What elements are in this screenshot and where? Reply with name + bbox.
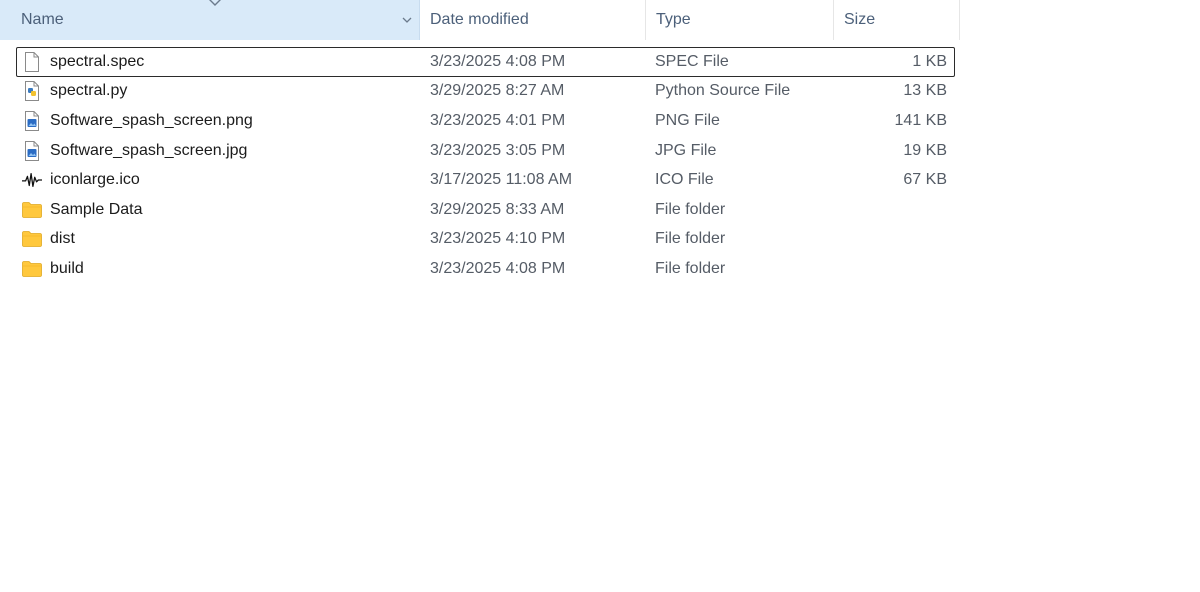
folder-name: build — [50, 259, 84, 277]
file-row[interactable]: spectral.spec 3/23/2025 4:08 PM SPEC Fil… — [16, 47, 955, 77]
file-size: 13 KB — [903, 82, 947, 100]
file-type: PNG File — [655, 111, 720, 129]
file-date: 3/17/2025 11:08 AM — [430, 171, 573, 189]
file-name: Software_spash_screen.png — [50, 111, 253, 129]
column-header-date-label: Date modified — [430, 11, 529, 28]
file-date: 3/23/2025 4:08 PM — [430, 52, 566, 70]
image-file-icon — [22, 110, 42, 131]
file-type: Python Source File — [655, 82, 791, 100]
folder-icon — [22, 259, 42, 279]
python-file-icon — [22, 81, 42, 102]
folder-name: dist — [50, 230, 75, 248]
folder-row[interactable]: build 3/23/2025 4:08 PM File folder — [16, 254, 955, 284]
file-list: spectral.spec 3/23/2025 4:08 PM SPEC Fil… — [16, 47, 955, 284]
file-name: spectral.spec — [50, 52, 145, 70]
file-size: 141 KB — [894, 111, 947, 129]
file-type: JPG File — [655, 141, 717, 159]
folder-icon — [22, 200, 42, 220]
column-header-bar: Name Date modified Type Size — [0, 0, 960, 40]
file-size: 1 KB — [912, 52, 947, 70]
chevron-down-icon — [402, 17, 412, 23]
waveform-icon — [22, 170, 42, 190]
column-header-type[interactable]: Type — [646, 0, 834, 40]
file-row[interactable]: iconlarge.ico 3/17/2025 11:08 AM ICO Fil… — [16, 165, 955, 195]
column-header-name-label: Name — [21, 11, 64, 28]
column-header-date-modified[interactable]: Date modified — [420, 0, 646, 40]
file-date: 3/23/2025 3:05 PM — [430, 141, 566, 159]
file-type: File folder — [655, 200, 726, 218]
file-row[interactable]: Software_spash_screen.png 3/23/2025 4:01… — [16, 106, 955, 136]
file-row[interactable]: Software_spash_screen.jpg 3/23/2025 3:05… — [16, 136, 955, 166]
file-date: 3/29/2025 8:33 AM — [430, 200, 565, 218]
folder-row[interactable]: dist 3/23/2025 4:10 PM File folder — [16, 225, 955, 255]
column-header-size-label: Size — [844, 11, 876, 28]
file-date: 3/23/2025 4:10 PM — [430, 230, 566, 248]
file-type: SPEC File — [655, 52, 729, 70]
sort-descending-icon — [209, 0, 221, 6]
image-file-icon — [22, 140, 42, 161]
file-name: Software_spash_screen.jpg — [50, 141, 248, 159]
file-name: iconlarge.ico — [50, 171, 140, 189]
column-header-name[interactable]: Name — [0, 0, 420, 40]
file-type: ICO File — [655, 171, 714, 189]
file-size: 67 KB — [903, 171, 947, 189]
file-date: 3/23/2025 4:01 PM — [430, 111, 566, 129]
file-type: File folder — [655, 230, 726, 248]
file-explorer-details-view: Name Date modified Type Size spectral.sp… — [0, 0, 1200, 592]
folder-name: Sample Data — [50, 200, 143, 218]
file-date: 3/23/2025 4:08 PM — [430, 259, 566, 277]
blank-file-icon — [22, 51, 42, 72]
file-name: spectral.py — [50, 82, 128, 100]
file-date: 3/29/2025 8:27 AM — [430, 82, 565, 100]
file-row[interactable]: spectral.py 3/29/2025 8:27 AM Python Sou… — [16, 77, 955, 107]
folder-icon — [22, 229, 42, 249]
file-type: File folder — [655, 259, 726, 277]
folder-row[interactable]: Sample Data 3/29/2025 8:33 AM File folde… — [16, 195, 955, 225]
column-header-type-label: Type — [656, 11, 691, 28]
column-filter-dropdown[interactable] — [395, 0, 419, 40]
file-size: 19 KB — [903, 141, 947, 159]
column-header-size[interactable]: Size — [834, 0, 960, 40]
